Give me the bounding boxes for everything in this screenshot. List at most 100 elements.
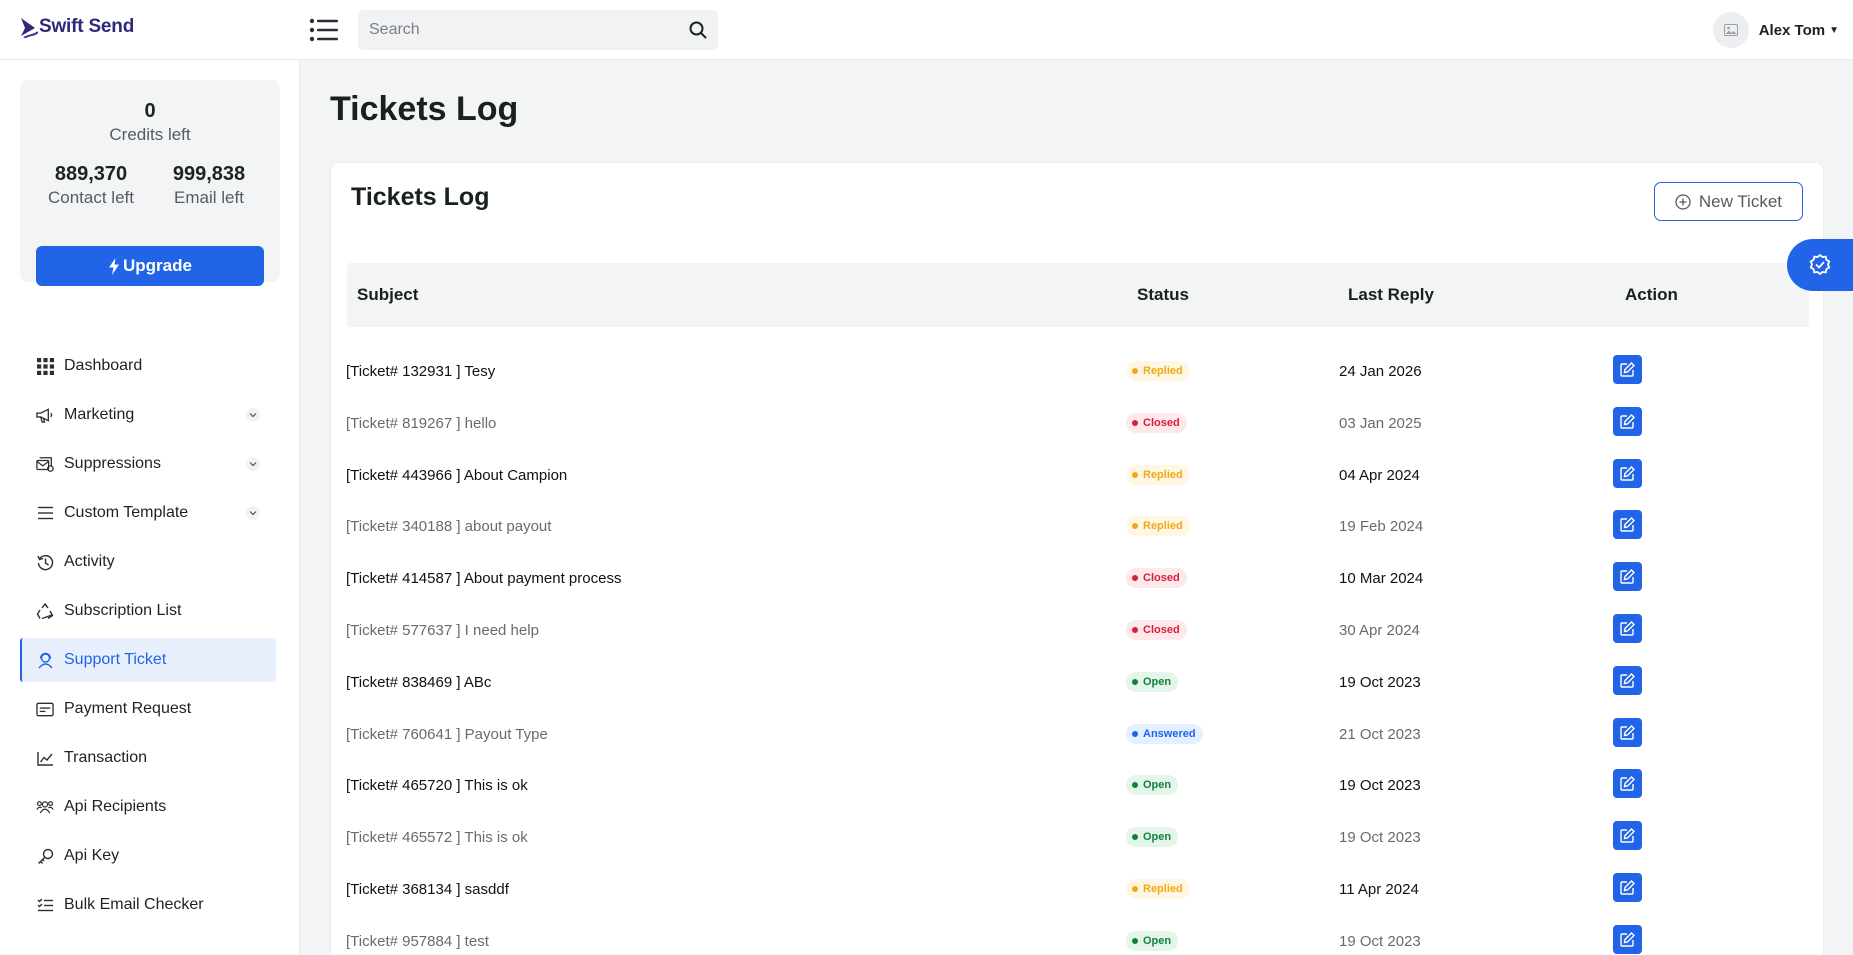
sidebar-item-api-key[interactable]: Api Key	[20, 834, 276, 878]
status-cell: Closed	[1126, 619, 1187, 640]
edit-icon	[1620, 362, 1635, 377]
table-row: [Ticket# 577637 ] I need help Closed 30 Ap…	[346, 612, 1810, 664]
sidebar-item-custom-template[interactable]: Custom Template	[20, 491, 276, 535]
last-reply-date: 21 Oct 2023	[1339, 725, 1421, 743]
sidebar-item-bulk-email-checker[interactable]: Bulk Email Checker	[20, 883, 276, 927]
sidebar-item-transaction[interactable]: Transaction	[20, 736, 276, 780]
edit-icon	[1620, 620, 1635, 636]
status-dot-icon	[1132, 885, 1138, 892]
table-row: [Ticket# 340188 ] about payout Replied 19 …	[346, 508, 1810, 560]
last-reply-date: 03 Jan 2025	[1339, 414, 1422, 432]
sidebar-item-label: Suppressions	[64, 455, 161, 472]
status-dot-icon	[1132, 368, 1138, 374]
line-chart-icon	[36, 749, 54, 767]
menu-toggle-button[interactable]	[308, 14, 340, 46]
top-header: Swift Send Alex Tom ▼	[0, 0, 1853, 60]
sidebar-item-support-ticket[interactable]: Support Ticket	[20, 638, 276, 682]
edit-ticket-button[interactable]	[1613, 821, 1642, 851]
sidebar-item-activity[interactable]: Activity	[20, 540, 276, 584]
sidebar-item-label: Support Ticket	[64, 651, 167, 668]
upgrade-button[interactable]: Upgrade	[36, 246, 264, 286]
ticket-subject[interactable]: [Ticket# 414587 ] About payment process	[346, 570, 621, 587]
table-row: [Ticket# 838469 ] ABc Open 19 Oct 2023	[346, 664, 1810, 716]
edit-ticket-button[interactable]	[1613, 562, 1642, 592]
edit-ticket-button[interactable]	[1613, 924, 1642, 954]
status-label: Open	[1143, 675, 1172, 688]
status-label: Open	[1143, 934, 1172, 947]
column-header-last-reply[interactable]: Last Reply	[1348, 285, 1434, 305]
edit-ticket-button[interactable]	[1613, 717, 1642, 747]
status-cell: Open	[1126, 827, 1179, 848]
ticket-subject[interactable]: [Ticket# 465720 ] This is ok	[346, 777, 528, 794]
edit-ticket-button[interactable]	[1613, 458, 1642, 488]
edit-ticket-button[interactable]	[1613, 510, 1642, 540]
status-label: Open	[1143, 779, 1172, 792]
ticket-subject[interactable]: [Ticket# 443966 ] About Campion	[346, 467, 567, 484]
ticket-subject[interactable]: [Ticket# 340188 ] about payout	[346, 518, 551, 535]
last-reply-date: 19 Oct 2023	[1339, 673, 1421, 691]
edit-icon	[1620, 879, 1635, 895]
sidebar-item-label: Transaction	[64, 749, 147, 766]
last-reply-date: 19 Oct 2023	[1339, 932, 1421, 950]
tickets-card: Tickets Log New Ticket Subject Status La…	[330, 162, 1824, 955]
status-dot-icon	[1132, 575, 1138, 582]
ticket-subject[interactable]: [Ticket# 132931 ] Tesy	[346, 363, 495, 380]
list-icon	[36, 504, 54, 522]
credits-label: Credits left	[109, 125, 191, 144]
ticket-subject[interactable]: [Ticket# 465572 ] This is ok	[346, 829, 528, 846]
ticket-subject[interactable]: [Ticket# 957884 ] test	[346, 933, 489, 950]
table-row: [Ticket# 465720 ] This is ok Open 19 Oct 2…	[346, 767, 1810, 819]
edit-ticket-button[interactable]	[1613, 355, 1642, 384]
sidebar-item-subscription-list[interactable]: Subscription List	[20, 589, 276, 633]
logo-icon	[21, 18, 38, 38]
ticket-subject[interactable]: [Ticket# 819267 ] hello	[346, 415, 496, 432]
status-badge: Open	[1126, 775, 1179, 796]
status-label: Closed	[1143, 623, 1180, 636]
settings-float-button[interactable]	[1787, 239, 1853, 291]
user-menu[interactable]: Alex Tom ▼	[1712, 12, 1839, 48]
status-dot-icon	[1132, 471, 1138, 478]
ticket-subject[interactable]: [Ticket# 838469 ] ABc	[346, 674, 491, 691]
status-badge: Closed	[1126, 412, 1187, 433]
sidebar-item-dashboard[interactable]: Dashboard	[20, 344, 276, 388]
new-ticket-label: New Ticket	[1698, 191, 1782, 211]
sidebar-item-label: Subscription List	[64, 602, 182, 619]
new-ticket-button[interactable]: New Ticket	[1653, 182, 1803, 221]
chevron-down-icon[interactable]	[246, 408, 260, 422]
chevron-down-icon[interactable]	[246, 457, 260, 471]
table-row: [Ticket# 760641 ] Payout Type Answered 21 …	[346, 716, 1810, 768]
edit-ticket-button[interactable]	[1613, 406, 1642, 436]
credits-panel: 0 Credits left 889,370 Contact left 999,…	[20, 80, 280, 286]
search-bar	[358, 10, 718, 50]
list-menu-icon	[309, 18, 338, 42]
sidebar-item-marketing[interactable]: Marketing	[20, 393, 276, 437]
sidebar-item-payment-request[interactable]: Payment Request	[20, 687, 276, 731]
status-dot-icon	[1132, 782, 1138, 789]
table-row: [Ticket# 443966 ] About Campion Replied 04…	[346, 457, 1810, 509]
last-reply-date: 04 Apr 2024	[1339, 466, 1420, 484]
mail-stack-icon	[36, 455, 54, 473]
edit-ticket-button[interactable]	[1613, 769, 1642, 799]
edit-ticket-button[interactable]	[1613, 613, 1642, 643]
payment-card-icon	[36, 700, 54, 718]
search-input[interactable]	[358, 10, 678, 50]
search-button[interactable]	[678, 10, 718, 50]
ticket-subject[interactable]: [Ticket# 368134 ] sasddf	[346, 881, 509, 898]
support-user-icon	[36, 651, 54, 669]
status-dot-icon	[1132, 730, 1138, 737]
edit-ticket-button[interactable]	[1613, 665, 1642, 695]
column-header-status[interactable]: Status	[1137, 285, 1189, 305]
column-header-subject[interactable]: Subject	[357, 285, 418, 305]
contact-label: Contact left	[48, 188, 134, 207]
ticket-subject[interactable]: [Ticket# 577637 ] I need help	[346, 622, 539, 639]
chevron-down-icon[interactable]	[246, 506, 260, 520]
last-reply-date: 19 Oct 2023	[1339, 777, 1421, 795]
sidebar-item-suppressions[interactable]: Suppressions	[20, 442, 276, 486]
sidebar-item-api-recipients[interactable]: Api Recipients	[20, 785, 276, 829]
status-label: Open	[1143, 831, 1172, 844]
ticket-subject[interactable]: [Ticket# 760641 ] Payout Type	[346, 726, 548, 743]
edit-icon	[1620, 672, 1635, 688]
status-cell: Replied	[1126, 878, 1190, 899]
edit-ticket-button[interactable]	[1613, 872, 1642, 902]
logo[interactable]: Swift Send	[20, 16, 134, 38]
